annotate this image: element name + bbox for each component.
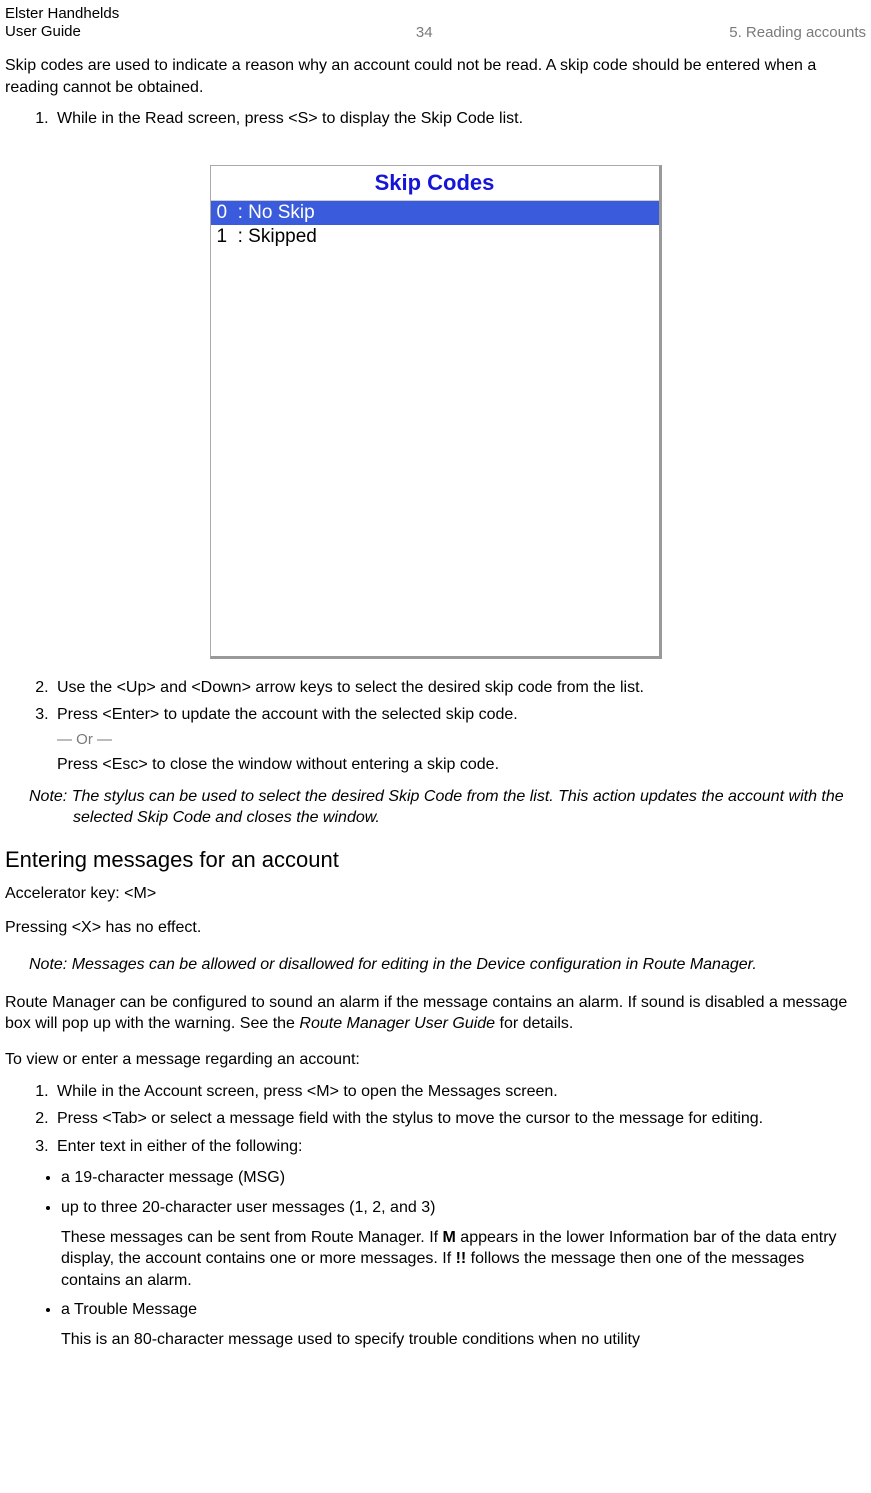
steps-list-a: While in the Read screen, press <S> to d… [5, 108, 866, 130]
step-a2: Use the <Up> and <Down> arrow keys to se… [53, 677, 866, 699]
noeffect-text: Pressing <X> has no effect. [5, 917, 866, 939]
bullet-trouble: a Trouble Message This is an 80-characte… [61, 1299, 866, 1350]
step-a3: Press <Enter> to update the account with… [53, 704, 866, 775]
section-heading-messages: Entering messages for an account [5, 847, 866, 873]
rm-alarm-paragraph: Route Manager can be configured to sound… [5, 992, 866, 1035]
bullet-msg: a 19-character message (MSG) [61, 1167, 866, 1189]
view-enter-intro: To view or enter a message regarding an … [5, 1049, 866, 1071]
bullet-user-msgs: up to three 20-character user messages (… [61, 1197, 866, 1291]
step-a1: While in the Read screen, press <S> to d… [53, 108, 866, 130]
accelerator-key-text: Accelerator key: <M> [5, 883, 866, 905]
bullet-b3-sub: This is an 80-character message used to … [61, 1329, 866, 1351]
step-b3: Enter text in either of the following: [53, 1136, 866, 1158]
window-title: Skip Codes [211, 166, 659, 201]
rm-para-guide: Route Manager User Guide [299, 1015, 495, 1032]
bullet-b3-text: a Trouble Message [61, 1301, 197, 1318]
step-b1: While in the Account screen, press <M> t… [53, 1081, 866, 1103]
header-left: Elster Handhelds User Guide [5, 5, 119, 41]
steps-list-b: While in the Account screen, press <M> t… [5, 1081, 866, 1158]
bullet-b2-text: up to three 20-character user messages (… [61, 1199, 435, 1216]
steps-list-a-cont: Use the <Up> and <Down> arrow keys to se… [5, 677, 866, 776]
step-a3b: Press <Esc> to close the window without … [57, 754, 866, 776]
skip-codes-window: Skip Codes 0 : No Skip 1 : Skipped [210, 165, 662, 659]
chapter-label: 5. Reading accounts [729, 24, 866, 41]
b2-sub-m: M [443, 1229, 456, 1246]
message-types-list: a 19-character message (MSG) up to three… [5, 1167, 866, 1350]
b2-sub-a: These messages can be sent from Route Ma… [61, 1229, 443, 1246]
step-a3-text: Press <Enter> to update the account with… [57, 706, 518, 723]
step-b2: Press <Tab> or select a message field wi… [53, 1108, 866, 1130]
doc-title-2: User Guide [5, 23, 119, 41]
or-divider: — Or — [57, 730, 866, 750]
note-stylus: Note: The stylus can be used to select t… [29, 786, 866, 829]
b2-sub-bang: !! [456, 1250, 467, 1267]
rm-para-b: for details. [495, 1015, 573, 1032]
doc-title-1: Elster Handhelds [5, 5, 119, 23]
page-header: Elster Handhelds User Guide 34 5. Readin… [5, 5, 866, 41]
intro-paragraph: Skip codes are used to indicate a reason… [5, 55, 866, 98]
bullet-b2-sub: These messages can be sent from Route Ma… [61, 1227, 866, 1292]
skip-codes-list[interactable]: 0 : No Skip 1 : Skipped [211, 201, 659, 656]
list-item[interactable]: 1 : Skipped [211, 225, 659, 249]
note-messages-config: Note: Messages can be allowed or disallo… [29, 954, 866, 976]
page-number: 34 [416, 24, 433, 41]
list-item-selected[interactable]: 0 : No Skip [211, 201, 659, 225]
